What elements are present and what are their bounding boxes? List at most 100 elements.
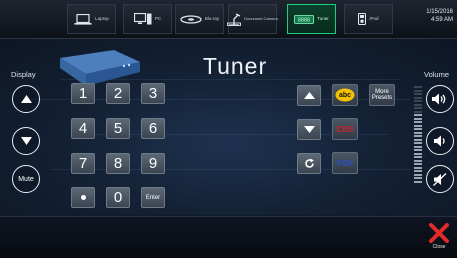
source-tab-bluray[interactable]: Blu-ray [175, 4, 224, 34]
volume-meter-segment [414, 86, 422, 88]
volume-meter-segment [414, 170, 422, 172]
channel-up-button[interactable] [297, 85, 321, 106]
volume-meter-segment [414, 166, 422, 169]
close-label: Close [432, 244, 446, 250]
preset-fox[interactable]: FOX [332, 152, 358, 174]
display-down-button[interactable] [12, 127, 40, 155]
volume-meter-segment [414, 152, 422, 155]
source-tab-tuner[interactable]: 8888 Tuner [287, 4, 336, 34]
display-mute-button[interactable]: Mute [12, 165, 40, 193]
speaker-quiet-icon [433, 135, 445, 147]
tuner-icon: 8888 [294, 14, 315, 24]
volume-mute-button[interactable] [426, 165, 454, 193]
volume-meter-segment [414, 96, 422, 99]
last-channel-button[interactable] [297, 153, 321, 174]
preset-abc[interactable]: abc [332, 84, 358, 106]
volume-meter-segment [414, 100, 422, 102]
source-tab-pc[interactable]: PC [123, 4, 172, 34]
triangle-down-icon [303, 126, 315, 133]
keypad-key-1[interactable]: 1 [71, 83, 95, 104]
volume-meter-segment [414, 173, 422, 176]
volume-meter-segment [414, 138, 422, 141]
volume-meter-segment [414, 114, 422, 116]
keypad-key-6[interactable]: 6 [141, 118, 165, 139]
bottom-bar [0, 216, 457, 258]
keypad-key-2[interactable]: 2 [106, 83, 130, 104]
volume-meter-segment [414, 163, 422, 165]
keypad-key-4[interactable]: 4 [71, 118, 95, 139]
keypad-key-7[interactable]: 7 [71, 153, 95, 174]
keypad-key-enter[interactable]: Enter [141, 187, 165, 208]
more-presets-button[interactable]: More Presets [369, 84, 395, 106]
fox-logo-icon: FOX [337, 159, 354, 168]
source-tab-document-camera[interactable]: Document Camera [227, 4, 278, 34]
time-text: 4:59 AM [430, 16, 453, 23]
keypad-key-dot[interactable] [71, 187, 95, 208]
svg-text:8888: 8888 [298, 17, 310, 23]
page-title: Tuner [202, 53, 268, 79]
volume-title: Volume [424, 70, 450, 79]
volume-meter-segment [414, 124, 422, 127]
more-presets-label: More Presets [371, 88, 393, 102]
date-time: 1/15/2016 4:59 AM [403, 9, 453, 24]
close-button[interactable]: Close [425, 223, 453, 254]
triangle-down-icon [20, 137, 32, 145]
volume-meter-segment [414, 89, 422, 92]
volume-meter-segment [414, 159, 422, 162]
source-tab-label: Blu-ray [204, 15, 220, 21]
cbs-logo-icon: CBS [337, 125, 355, 134]
abc-logo-icon: abc [335, 88, 355, 102]
volume-meter-segment [414, 135, 422, 137]
volume-meter-segment [414, 145, 422, 148]
svg-text:CBS: CBS [337, 125, 355, 134]
keypad-key-5[interactable]: 5 [106, 118, 130, 139]
source-tab-label: Tuner [317, 15, 329, 21]
source-tab-laptop[interactable]: Laptop [67, 4, 116, 34]
document-camera-icon [227, 12, 242, 26]
svg-text:FOX: FOX [337, 159, 354, 168]
mute-label: Mute [18, 175, 34, 183]
volume-meter-segment [414, 128, 422, 130]
date-text: 1/15/2016 [426, 9, 453, 15]
volume-level-meter [414, 86, 422, 196]
keypad-key-9[interactable]: 9 [141, 153, 165, 174]
close-icon [429, 223, 449, 243]
source-tab-ipod[interactable]: iPod [344, 4, 393, 34]
source-tab-label: iPod [369, 15, 379, 21]
volume-up-button[interactable] [426, 85, 454, 113]
triangle-up-icon [303, 92, 315, 99]
volume-meter-segment [414, 117, 422, 120]
speaker-muted-icon [433, 172, 447, 186]
svg-text:abc: abc [339, 92, 351, 99]
keypad-key-0[interactable]: 0 [106, 187, 130, 208]
volume-meter-segment [414, 131, 422, 134]
volume-meter-segment [414, 149, 422, 151]
source-tab-label: Document Camera [244, 15, 278, 21]
volume-meter-segment [414, 121, 422, 123]
source-tab-label: Laptop [95, 15, 109, 21]
volume-meter-segment [414, 107, 422, 109]
preset-cbs[interactable]: CBS [332, 118, 358, 140]
source-tab-label: PC [154, 15, 162, 21]
pc-icon [133, 13, 152, 25]
keypad-key-3[interactable]: 3 [141, 83, 165, 104]
volume-meter-segment [414, 177, 422, 179]
laptop-icon [74, 13, 92, 25]
bluray-icon [180, 14, 202, 24]
dot-icon [80, 195, 86, 200]
display-up-button[interactable] [12, 85, 40, 113]
main-panel: Display Mute Tuner 1 2 3 4 5 6 7 8 9 0 E… [0, 39, 457, 215]
volume-down-button[interactable] [426, 127, 454, 155]
keypad-key-8[interactable]: 8 [106, 153, 130, 174]
volume-meter-segment [414, 110, 422, 113]
volume-meter-segment [414, 156, 422, 158]
display-title: Display [11, 70, 36, 79]
channel-down-button[interactable] [297, 119, 321, 140]
refresh-icon [304, 158, 314, 168]
source-bar: Laptop PC Blu-ray Document Camera 8888 T… [0, 0, 457, 39]
triangle-up-icon [20, 95, 32, 103]
ipod-icon [358, 13, 367, 25]
volume-meter-segment [414, 93, 422, 95]
speaker-loud-icon [432, 93, 446, 105]
volume-meter-segment [414, 180, 422, 183]
